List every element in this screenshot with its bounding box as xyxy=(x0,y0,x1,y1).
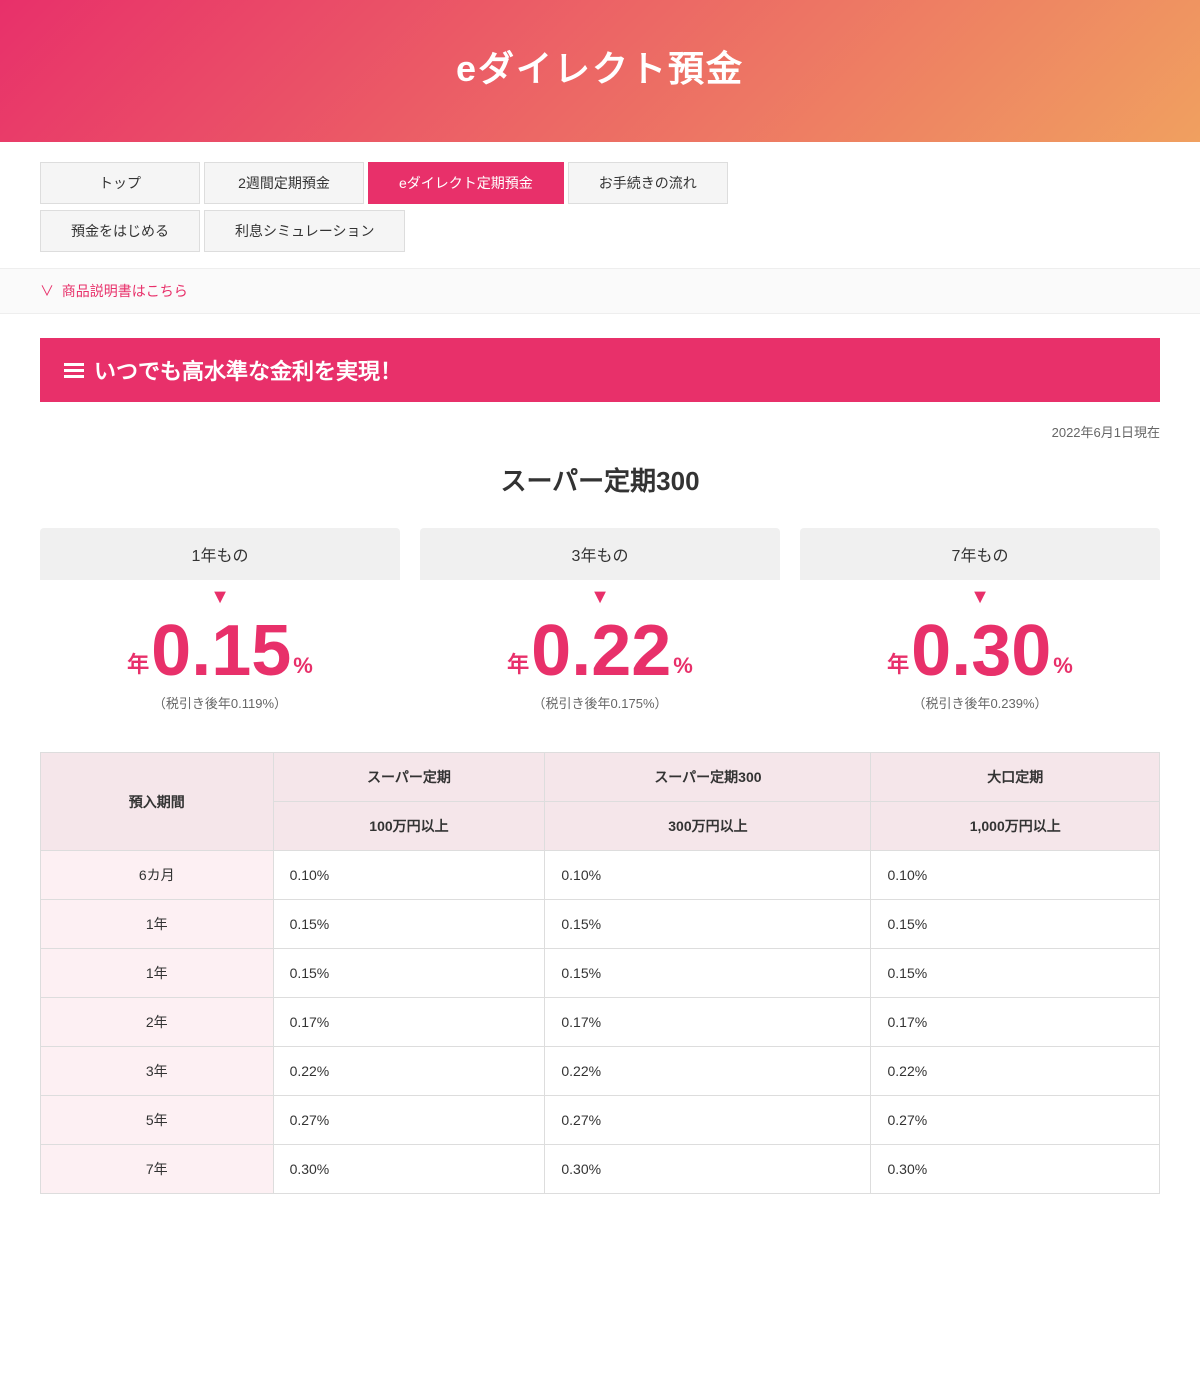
table-cell-super300: 0.27% xyxy=(545,1096,871,1145)
tab-flow[interactable]: お手続きの流れ xyxy=(568,162,728,204)
table-subheader-super: 100万円以上 xyxy=(273,802,545,851)
product-title: スーパー定期300 xyxy=(40,461,1160,498)
table-cell-super: 0.17% xyxy=(273,998,545,1047)
table-row: 1年0.15%0.15%0.15% xyxy=(41,900,1160,949)
table-subheader-super300: 300万円以上 xyxy=(545,802,871,851)
rate-after-tax-3year: （税引き後年0.175%） xyxy=(420,693,780,712)
tab-edirect[interactable]: eダイレクト定期預金 xyxy=(368,162,564,204)
tab-2week[interactable]: 2週間定期預金 xyxy=(204,162,364,204)
table-cell-large: 0.30% xyxy=(871,1145,1160,1194)
table-cell-large: 0.10% xyxy=(871,851,1160,900)
arrow-7year: ▼ xyxy=(800,586,1160,609)
rate-prefix-1year: 年 xyxy=(127,647,149,687)
table-header-super300: スーパー定期300 xyxy=(545,753,871,802)
docs-link[interactable]: ∨ 商品説明書はこちら xyxy=(40,283,188,299)
rate-card-3year: 3年もの ▼ 年 0.22 % （税引き後年0.175%） xyxy=(420,528,780,712)
table-cell-period: 3年 xyxy=(41,1047,274,1096)
arrow-3year: ▼ xyxy=(420,586,780,609)
rate-card-label-7year: 7年もの xyxy=(800,528,1160,580)
tab-top[interactable]: トップ xyxy=(40,162,200,204)
date-label: 2022年6月1日現在 xyxy=(40,422,1160,441)
rate-suffix-1year: % xyxy=(293,653,313,687)
rate-card-1year: 1年もの ▼ 年 0.15 % （税引き後年0.119%） xyxy=(40,528,400,712)
table-cell-super: 0.15% xyxy=(273,900,545,949)
table-cell-period: 5年 xyxy=(41,1096,274,1145)
rate-card-label-3year: 3年もの xyxy=(420,528,780,580)
lines-icon xyxy=(64,363,84,378)
table-cell-large: 0.15% xyxy=(871,949,1160,998)
table-cell-super300: 0.15% xyxy=(545,949,871,998)
rate-suffix-7year: % xyxy=(1053,653,1073,687)
table-cell-super: 0.15% xyxy=(273,949,545,998)
rate-prefix-3year: 年 xyxy=(507,647,529,687)
table-cell-super300: 0.15% xyxy=(545,900,871,949)
tab-sim[interactable]: 利息シミュレーション xyxy=(204,210,405,252)
table-cell-super: 0.22% xyxy=(273,1047,545,1096)
rate-after-tax-7year: （税引き後年0.239%） xyxy=(800,693,1160,712)
rate-suffix-3year: % xyxy=(673,653,693,687)
table-row: 2年0.17%0.17%0.17% xyxy=(41,998,1160,1047)
section-banner-text: いつでも高水準な金利を実現！ xyxy=(94,354,402,386)
table-cell-period: 2年 xyxy=(41,998,274,1047)
table-cell-large: 0.15% xyxy=(871,900,1160,949)
table-cell-large: 0.27% xyxy=(871,1096,1160,1145)
chevron-icon: ∨ xyxy=(40,283,54,299)
nav-row-1: トップ 2週間定期預金 eダイレクト定期預金 お手続きの流れ xyxy=(40,162,1160,204)
docs-link-section: ∨ 商品説明書はこちら xyxy=(0,269,1200,314)
tab-start[interactable]: 預金をはじめる xyxy=(40,210,200,252)
rate-value-1year: 年 0.15 % xyxy=(40,615,400,687)
navigation: トップ 2週間定期預金 eダイレクト定期預金 お手続きの流れ 預金をはじめる 利… xyxy=(0,142,1200,269)
rate-table: 預入期間 スーパー定期 スーパー定期300 大口定期 100万円以上 300万円… xyxy=(40,752,1160,1194)
rate-after-tax-1year: （税引き後年0.119%） xyxy=(40,693,400,712)
table-cell-period: 1年 xyxy=(41,949,274,998)
table-header-period: 預入期間 xyxy=(41,753,274,851)
rate-prefix-7year: 年 xyxy=(887,647,909,687)
rate-value-3year: 年 0.22 % xyxy=(420,615,780,687)
rate-value-7year: 年 0.30 % xyxy=(800,615,1160,687)
hero-title: eダイレクト預金 xyxy=(20,40,1180,92)
table-cell-period: 7年 xyxy=(41,1145,274,1194)
table-cell-super300: 0.22% xyxy=(545,1047,871,1096)
arrow-1year: ▼ xyxy=(40,586,400,609)
table-subheader-large: 1,000万円以上 xyxy=(871,802,1160,851)
rate-number-7year: 0.30 xyxy=(911,615,1051,687)
table-row: 1年0.15%0.15%0.15% xyxy=(41,949,1160,998)
table-cell-super: 0.30% xyxy=(273,1145,545,1194)
section-banner: いつでも高水準な金利を実現！ xyxy=(40,338,1160,402)
hero-section: eダイレクト預金 xyxy=(0,0,1200,142)
table-cell-super300: 0.30% xyxy=(545,1145,871,1194)
rate-number-1year: 0.15 xyxy=(151,615,291,687)
table-cell-large: 0.17% xyxy=(871,998,1160,1047)
rate-card-label-1year: 1年もの xyxy=(40,528,400,580)
table-cell-super: 0.27% xyxy=(273,1096,545,1145)
nav-row-2: 預金をはじめる 利息シミュレーション xyxy=(40,210,1160,252)
rate-card-7year: 7年もの ▼ 年 0.30 % （税引き後年0.239%） xyxy=(800,528,1160,712)
rate-number-3year: 0.22 xyxy=(531,615,671,687)
table-header-large: 大口定期 xyxy=(871,753,1160,802)
table-cell-large: 0.22% xyxy=(871,1047,1160,1096)
table-row: 5年0.27%0.27%0.27% xyxy=(41,1096,1160,1145)
table-cell-period: 1年 xyxy=(41,900,274,949)
rate-cards: 1年もの ▼ 年 0.15 % （税引き後年0.119%） 3年もの ▼ 年 0… xyxy=(40,528,1160,712)
table-cell-super: 0.10% xyxy=(273,851,545,900)
table-row: 3年0.22%0.22%0.22% xyxy=(41,1047,1160,1096)
table-header-super: スーパー定期 xyxy=(273,753,545,802)
table-row: 6カ月0.10%0.10%0.10% xyxy=(41,851,1160,900)
table-row: 7年0.30%0.30%0.30% xyxy=(41,1145,1160,1194)
main-content: いつでも高水準な金利を実現！ 2022年6月1日現在 スーパー定期300 1年も… xyxy=(0,338,1200,1234)
table-cell-period: 6カ月 xyxy=(41,851,274,900)
table-cell-super300: 0.10% xyxy=(545,851,871,900)
table-cell-super300: 0.17% xyxy=(545,998,871,1047)
